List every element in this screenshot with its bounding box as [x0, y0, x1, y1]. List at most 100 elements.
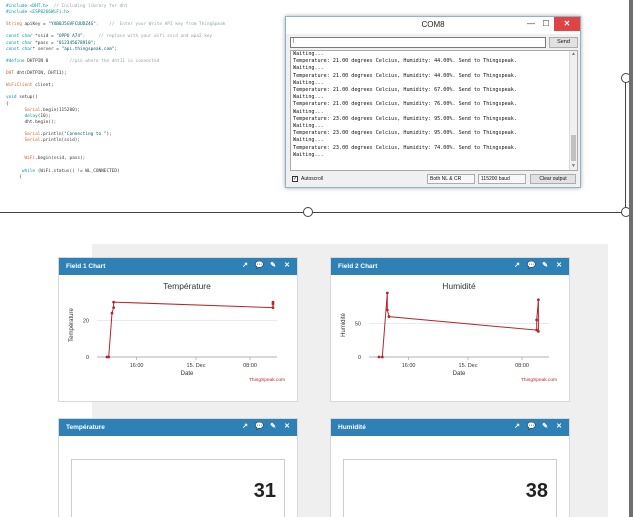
chart-title: Humidité [442, 281, 476, 291]
field1-chart-panel: Field 1 Chart ↗ 💬 ✎ ✕ Température 0 20 16:0… [58, 257, 298, 402]
serial-line: Temperature: 21.00 degrees Celcius, Humi… [293, 72, 517, 79]
open-external-icon[interactable]: ↗ [241, 422, 249, 430]
data-point [271, 302, 275, 306]
code-token: #include <DHT.h> [6, 4, 49, 9]
code-editor[interactable]: #include <DHT.h> // Including library fo… [6, 4, 286, 181]
serial-monitor-window: COM8 — ☐ ✕ | Send Waiting... Temperature:… [285, 16, 581, 188]
minimize-button[interactable]: — [524, 17, 538, 31]
comment-icon[interactable]: 💬 [255, 261, 264, 269]
autoscroll-label: Autoscroll [301, 176, 323, 182]
edit-icon[interactable]: ✎ [541, 422, 549, 430]
code-line: { [6, 175, 286, 181]
code-token: .println( [40, 131, 65, 137]
open-external-icon[interactable]: ↗ [513, 261, 521, 269]
code-token: const char [6, 40, 33, 46]
edit-icon[interactable]: ✎ [541, 261, 549, 269]
serial-line: Waiting... [293, 94, 324, 101]
x-tick-label: 08:00 [515, 363, 529, 369]
credit-label: ThingSpeak.com [521, 377, 557, 383]
window-edge [629, 0, 633, 517]
code-token: *pass = [32, 40, 57, 46]
serial-line: Waiting... [293, 65, 324, 72]
code-token: { [6, 101, 9, 107]
panel-title: Field 1 Chart [66, 263, 106, 270]
serial-output-text: Waiting... Temperature: 21.00 degrees Cel… [293, 51, 569, 159]
comment-icon[interactable]: 💬 [527, 422, 536, 430]
close-icon[interactable]: ✕ [283, 422, 291, 430]
clear-output-button[interactable]: Clear output [530, 174, 576, 184]
data-point [385, 291, 389, 295]
code-token: DHTPIN 0 [24, 58, 70, 64]
serial-line: Temperature: 21.00 degrees Celcius, Humi… [293, 58, 517, 65]
scroll-down-icon[interactable]: ▼ [571, 163, 576, 169]
close-icon[interactable]: ✕ [283, 261, 291, 269]
serial-line: Temperature: 23.00 degrees Celcius, Humi… [293, 130, 517, 137]
x-tick-label: 16:00 [402, 363, 416, 369]
baud-rate-select[interactable]: 115200 baud [478, 174, 526, 184]
data-point [107, 355, 111, 359]
autoscroll-checkbox[interactable]: ✓ [292, 176, 298, 182]
humidity-numeric-panel: Humidité ↗ 💬 ✎ ✕ 38 [330, 418, 570, 517]
serial-line: Temperature: 23.00 degrees Celcius, Humi… [293, 144, 517, 151]
data-point [377, 355, 381, 359]
close-icon[interactable]: ✕ [555, 422, 563, 430]
serial-line: Waiting... [293, 51, 324, 57]
data-point [536, 298, 540, 302]
y-tick-label: 20 [83, 318, 89, 324]
credit-label: ThingSpeak.com [249, 377, 285, 383]
y-tick-label: 50 [355, 321, 361, 327]
code-token: ; // replace with your wifi ssid and wpa… [82, 34, 213, 40]
code-token: .println(ssid); [40, 138, 81, 144]
data-point [110, 311, 114, 315]
y-tick-label: 0 [358, 355, 361, 361]
code-token: setup() [16, 95, 38, 101]
x-axis-label: Date [181, 371, 194, 377]
edit-icon[interactable]: ✎ [269, 261, 277, 269]
comment-icon[interactable]: 💬 [255, 422, 264, 430]
numeric-display: 31 [71, 459, 285, 517]
code-token: *ssid = [32, 34, 57, 40]
serial-output[interactable]: Waiting... Temperature: 21.00 degrees Cel… [290, 50, 578, 171]
code-token: Serial [6, 138, 41, 144]
code-token: delay [6, 113, 38, 119]
panel-title: Field 2 Chart [338, 263, 378, 270]
temperature-chart: Température 0 20 16:00 15. Dec 08:00 Date Tempé… [69, 281, 285, 383]
open-external-icon[interactable]: ↗ [513, 422, 521, 430]
code-token: void [6, 95, 17, 101]
code-token: (10); [37, 113, 51, 119]
comment-icon[interactable]: 💬 [527, 261, 536, 269]
code-token: .begin(ssid, pass); [35, 156, 86, 162]
code-token: "012345678910" [56, 40, 94, 46]
panel-header: Field 2 Chart ↗ 💬 ✎ ✕ [331, 258, 569, 275]
code-token: "Connecting to " [64, 131, 107, 137]
chart-title: Température [163, 281, 211, 291]
close-icon[interactable]: ✕ [555, 261, 563, 269]
scrollbar[interactable]: ▲ ▼ [569, 51, 577, 170]
line-ending-select[interactable]: Both NL & CR [427, 174, 475, 184]
close-button[interactable]: ✕ [554, 17, 580, 31]
panel-title: Température [66, 424, 105, 431]
code-token: ; [114, 46, 118, 52]
code-token: //pin where the dht11 is connected [69, 58, 160, 64]
send-button[interactable]: Send [549, 37, 578, 48]
code-token: dht(DHTPIN, DHT11); [13, 71, 67, 77]
data-point [112, 306, 116, 310]
data-point [271, 306, 275, 310]
selection-border [0, 212, 628, 213]
scroll-thumb[interactable] [571, 135, 576, 161]
code-token: ; [93, 40, 96, 46]
edit-icon[interactable]: ✎ [269, 422, 277, 430]
resize-handle-bottom[interactable] [303, 207, 313, 217]
panel-icons: ↗ 💬 ✎ ✕ [513, 261, 563, 269]
code-token: Serial [6, 107, 41, 113]
serial-input[interactable]: | [290, 37, 546, 48]
selection-border-right [625, 78, 626, 212]
x-tick-label: 15. Dec [459, 363, 478, 369]
window-titlebar[interactable]: COM8 — ☐ ✕ [286, 17, 580, 34]
humidity-chart: Humidité 0 50 16:00 15. Dec 08:00 Date Humidité… [341, 281, 557, 383]
series-line [107, 301, 274, 358]
code-token: ; // Enter your Write API key from Thing… [95, 22, 226, 28]
scroll-up-icon[interactable]: ▲ [571, 51, 576, 57]
maximize-button[interactable]: ☐ [539, 17, 553, 31]
open-external-icon[interactable]: ↗ [241, 261, 249, 269]
